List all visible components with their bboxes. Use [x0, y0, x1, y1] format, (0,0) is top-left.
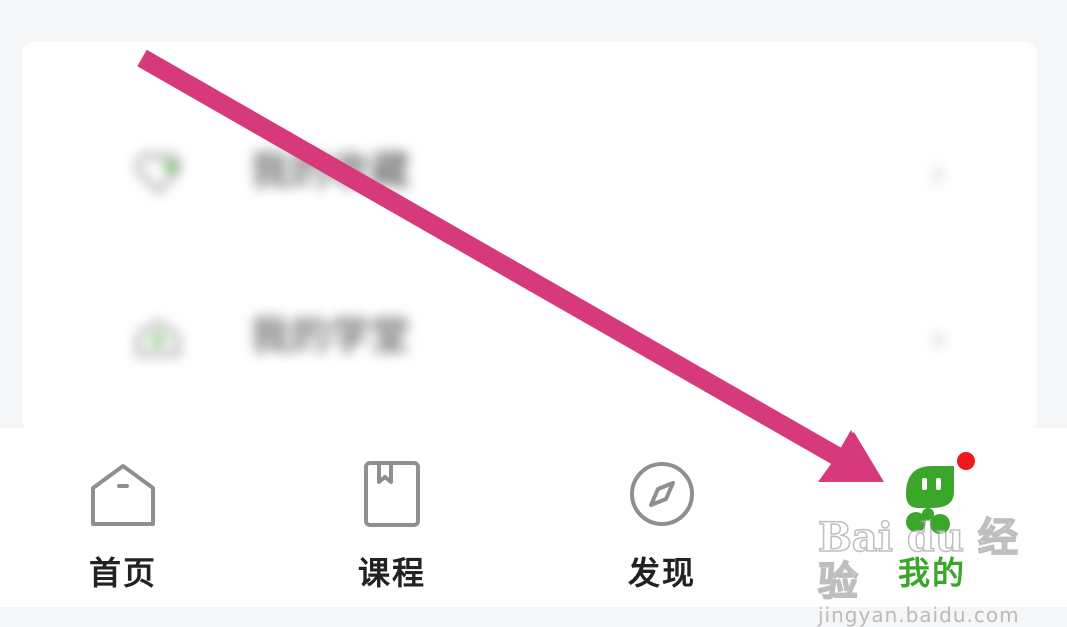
- bottom-tab-bar: 首页 课程 发现 我的: [0, 428, 1067, 607]
- heart-icon: [135, 152, 181, 194]
- list-item-label: 我的学堂: [250, 313, 410, 359]
- course-book-icon: [364, 461, 420, 527]
- tab-label: 首页: [88, 554, 157, 592]
- menu-card: 我的收藏 › 我的学堂 ›: [22, 42, 1037, 432]
- tab-label: 课程: [357, 554, 426, 592]
- tab-me[interactable]: 我的: [842, 428, 1022, 607]
- list-item-favorites[interactable]: 我的收藏 ›: [22, 97, 1037, 247]
- compass-icon: [630, 462, 694, 526]
- tab-courses[interactable]: 课程: [302, 428, 482, 607]
- tab-label: 发现: [627, 554, 696, 592]
- chevron-right-icon: ›: [930, 316, 946, 362]
- tab-home[interactable]: 首页: [33, 428, 213, 607]
- tab-label: 我的: [897, 554, 966, 592]
- notification-badge: [954, 449, 978, 473]
- list-item-school[interactable]: 我的学堂 ›: [22, 262, 1037, 412]
- school-icon: [136, 319, 180, 356]
- watermark-sub: jingyan.baidu.com: [818, 603, 1020, 627]
- home-icon: [91, 464, 155, 526]
- chevron-right-icon: ›: [930, 151, 946, 197]
- list-item-label: 我的收藏: [250, 148, 410, 194]
- tab-discover[interactable]: 发现: [572, 428, 752, 607]
